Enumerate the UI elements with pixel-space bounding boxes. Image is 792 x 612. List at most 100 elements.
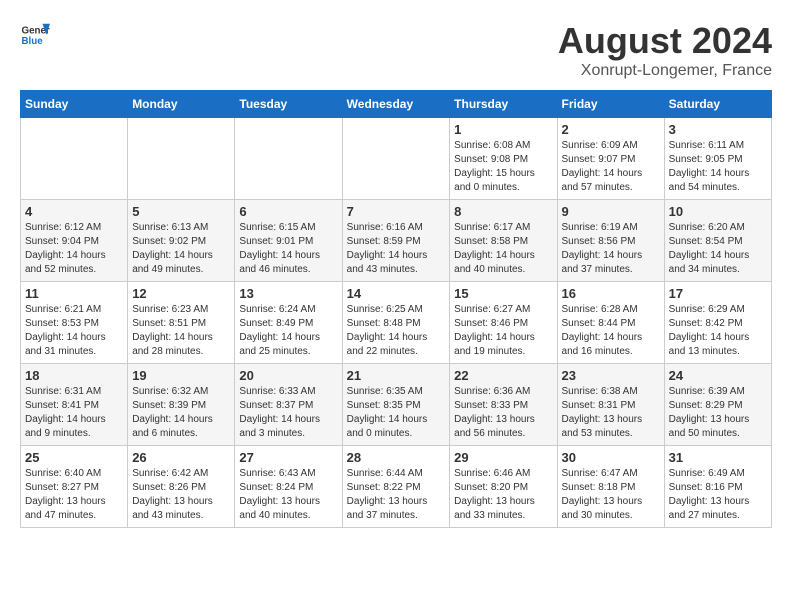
day-number: 18 [25, 368, 123, 383]
calendar-cell: 7Sunrise: 6:16 AM Sunset: 8:59 PM Daylig… [342, 200, 450, 282]
calendar-cell: 6 Sunrise: 6:15 AM Sunset: 9:01 PM Daylig… [235, 200, 342, 282]
day-of-week-header: Wednesday [342, 91, 450, 118]
day-info: Sunrise: 6:42 AM Sunset: 8:26 PM Dayligh… [132, 467, 230, 523]
day-info: Sunrise: 6:44 AM Sunset: 8:22 PM Dayligh… [347, 467, 446, 523]
day-number: 17 [669, 286, 767, 301]
day-info: Sunrise: 6:12 AM Sunset: 9:04 PM Dayligh… [25, 221, 123, 277]
day-info: Sunrise: 6:35 AM Sunset: 8:35 PM Dayligh… [347, 385, 446, 441]
calendar-cell: 5Sunrise: 6:13 AM Sunset: 9:02 PM Daylig… [128, 200, 235, 282]
day-info: Sunrise: 6:38 AM Sunset: 8:31 PM Dayligh… [562, 385, 660, 441]
calendar-cell: 30Sunrise: 6:47 AM Sunset: 8:18 PM Dayli… [557, 446, 664, 528]
calendar-cell: 27Sunrise: 6:43 AM Sunset: 8:24 PM Dayli… [235, 446, 342, 528]
calendar-cell: 11 Sunrise: 6:21 AM Sunset: 8:53 PM Dayli… [21, 282, 128, 364]
calendar-cell: 29 Sunrise: 6:46 AM Sunset: 8:20 PM Dayli… [450, 446, 557, 528]
day-info: Sunrise: 6:33 AM Sunset: 8:37 PM Dayligh… [239, 385, 337, 441]
day-number: 6 [239, 204, 337, 219]
calendar-cell: 24Sunrise: 6:39 AM Sunset: 8:29 PM Dayli… [664, 364, 771, 446]
day-number: 24 [669, 368, 767, 383]
day-info: Sunrise: 6:49 AM Sunset: 8:16 PM Dayligh… [669, 467, 767, 523]
day-info: Sunrise: 6:08 AM Sunset: 9:08 PM Dayligh… [454, 139, 552, 195]
calendar-cell: 23 Sunrise: 6:38 AM Sunset: 8:31 PM Dayli… [557, 364, 664, 446]
calendar-week-row: 25 Sunrise: 6:40 AM Sunset: 8:27 PM Dayli… [21, 446, 772, 528]
day-number: 5 [132, 204, 230, 219]
calendar-cell [342, 118, 450, 200]
day-number: 25 [25, 450, 123, 465]
day-info: Sunrise: 6:16 AM Sunset: 8:59 PM Dayligh… [347, 221, 446, 277]
day-info: Sunrise: 6:27 AM Sunset: 8:46 PM Dayligh… [454, 303, 552, 359]
calendar-week-row: 4 Sunrise: 6:12 AM Sunset: 9:04 PM Daylig… [21, 200, 772, 282]
calendar-cell: 25 Sunrise: 6:40 AM Sunset: 8:27 PM Dayli… [21, 446, 128, 528]
main-title: August 2024 [558, 20, 772, 62]
day-info: Sunrise: 6:20 AM Sunset: 8:54 PM Dayligh… [669, 221, 767, 277]
calendar-cell: 10 Sunrise: 6:20 AM Sunset: 8:54 PM Dayli… [664, 200, 771, 282]
day-info: Sunrise: 6:25 AM Sunset: 8:48 PM Dayligh… [347, 303, 446, 359]
day-number: 19 [132, 368, 230, 383]
day-info: Sunrise: 6:15 AM Sunset: 9:01 PM Dayligh… [239, 221, 337, 277]
calendar-cell: 1 Sunrise: 6:08 AM Sunset: 9:08 PM Daylig… [450, 118, 557, 200]
day-info: Sunrise: 6:09 AM Sunset: 9:07 PM Dayligh… [562, 139, 660, 195]
day-info: Sunrise: 6:19 AM Sunset: 8:56 PM Dayligh… [562, 221, 660, 277]
day-number: 15 [454, 286, 552, 301]
day-of-week-header: Saturday [664, 91, 771, 118]
day-info: Sunrise: 6:23 AM Sunset: 8:51 PM Dayligh… [132, 303, 230, 359]
calendar-body: 1 Sunrise: 6:08 AM Sunset: 9:08 PM Daylig… [21, 118, 772, 528]
calendar-cell: 2 Sunrise: 6:09 AM Sunset: 9:07 PM Daylig… [557, 118, 664, 200]
day-number: 4 [25, 204, 123, 219]
day-number: 13 [239, 286, 337, 301]
day-number: 10 [669, 204, 767, 219]
day-info: Sunrise: 6:36 AM Sunset: 8:33 PM Dayligh… [454, 385, 552, 441]
day-number: 20 [239, 368, 337, 383]
day-number: 2 [562, 122, 660, 137]
day-info: Sunrise: 6:28 AM Sunset: 8:44 PM Dayligh… [562, 303, 660, 359]
day-info: Sunrise: 6:32 AM Sunset: 8:39 PM Dayligh… [132, 385, 230, 441]
title-area: August 2024 Xonrupt-Longemer, France [558, 20, 772, 80]
day-info: Sunrise: 6:31 AM Sunset: 8:41 PM Dayligh… [25, 385, 123, 441]
day-info: Sunrise: 6:46 AM Sunset: 8:20 PM Dayligh… [454, 467, 552, 523]
calendar-cell: 17 Sunrise: 6:29 AM Sunset: 8:42 PM Dayli… [664, 282, 771, 364]
day-number: 11 [25, 286, 123, 301]
calendar-cell: 28 Sunrise: 6:44 AM Sunset: 8:22 PM Dayli… [342, 446, 450, 528]
day-number: 28 [347, 450, 446, 465]
day-number: 23 [562, 368, 660, 383]
day-number: 12 [132, 286, 230, 301]
calendar-cell: 16 Sunrise: 6:28 AM Sunset: 8:44 PM Dayli… [557, 282, 664, 364]
day-number: 22 [454, 368, 552, 383]
day-info: Sunrise: 6:24 AM Sunset: 8:49 PM Dayligh… [239, 303, 337, 359]
calendar-cell: 14Sunrise: 6:25 AM Sunset: 8:48 PM Dayli… [342, 282, 450, 364]
calendar: SundayMondayTuesdayWednesdayThursdayFrid… [20, 90, 772, 528]
day-info: Sunrise: 6:11 AM Sunset: 9:05 PM Dayligh… [669, 139, 767, 195]
calendar-cell [235, 118, 342, 200]
calendar-cell: 3 Sunrise: 6:11 AM Sunset: 9:05 PM Daylig… [664, 118, 771, 200]
day-number: 21 [347, 368, 446, 383]
calendar-cell [21, 118, 128, 200]
day-number: 1 [454, 122, 552, 137]
day-of-week-header: Tuesday [235, 91, 342, 118]
day-number: 16 [562, 286, 660, 301]
logo-icon: General Blue [20, 20, 50, 50]
header: General Blue August 2024 Xonrupt-Longeme… [20, 20, 772, 80]
day-info: Sunrise: 6:43 AM Sunset: 8:24 PM Dayligh… [239, 467, 337, 523]
day-number: 30 [562, 450, 660, 465]
day-of-week-header: Sunday [21, 91, 128, 118]
day-number: 9 [562, 204, 660, 219]
calendar-cell: 4 Sunrise: 6:12 AM Sunset: 9:04 PM Daylig… [21, 200, 128, 282]
day-info: Sunrise: 6:21 AM Sunset: 8:53 PM Dayligh… [25, 303, 123, 359]
calendar-cell: 19 Sunrise: 6:32 AM Sunset: 8:39 PM Dayli… [128, 364, 235, 446]
calendar-cell: 15 Sunrise: 6:27 AM Sunset: 8:46 PM Dayli… [450, 282, 557, 364]
calendar-cell: 20 Sunrise: 6:33 AM Sunset: 8:37 PM Dayli… [235, 364, 342, 446]
calendar-cell: 13 Sunrise: 6:24 AM Sunset: 8:49 PM Dayli… [235, 282, 342, 364]
logo: General Blue [20, 20, 50, 50]
calendar-week-row: 11 Sunrise: 6:21 AM Sunset: 8:53 PM Dayli… [21, 282, 772, 364]
day-number: 31 [669, 450, 767, 465]
day-number: 29 [454, 450, 552, 465]
svg-text:Blue: Blue [22, 36, 44, 47]
day-number: 8 [454, 204, 552, 219]
day-number: 3 [669, 122, 767, 137]
day-info: Sunrise: 6:29 AM Sunset: 8:42 PM Dayligh… [669, 303, 767, 359]
day-info: Sunrise: 6:40 AM Sunset: 8:27 PM Dayligh… [25, 467, 123, 523]
calendar-cell: 9 Sunrise: 6:19 AM Sunset: 8:56 PM Daylig… [557, 200, 664, 282]
subtitle: Xonrupt-Longemer, France [558, 62, 772, 80]
calendar-cell: 22 Sunrise: 6:36 AM Sunset: 8:33 PM Dayli… [450, 364, 557, 446]
calendar-cell [128, 118, 235, 200]
calendar-cell: 21 Sunrise: 6:35 AM Sunset: 8:35 PM Dayli… [342, 364, 450, 446]
